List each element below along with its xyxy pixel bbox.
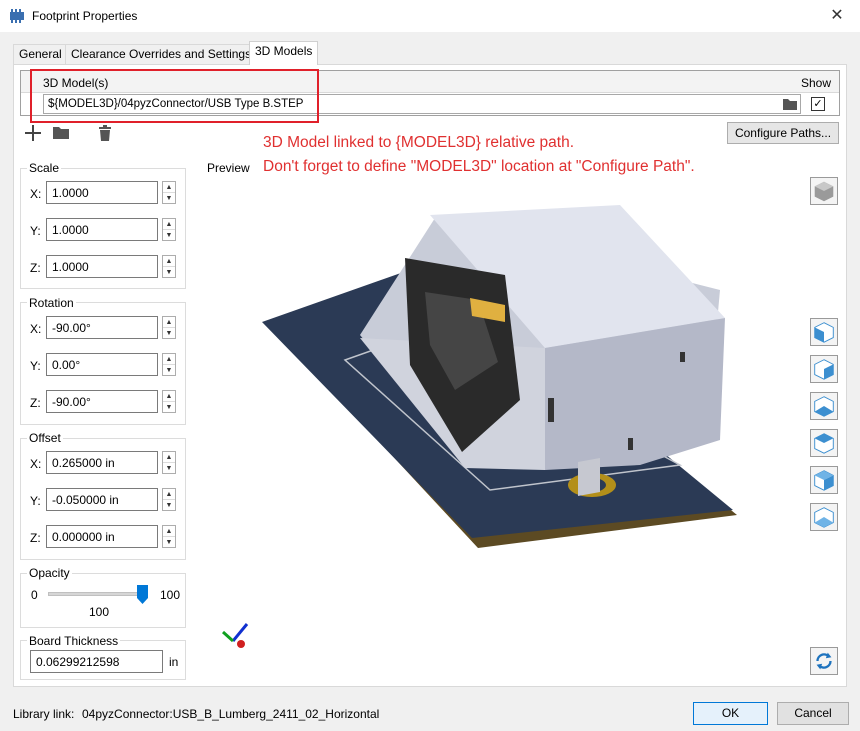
cancel-button[interactable]: Cancel — [777, 702, 849, 725]
scale-label: Scale — [27, 161, 62, 175]
spin-up-icon[interactable]: ▲ — [163, 182, 175, 193]
opacity-label: Opacity — [27, 566, 72, 580]
offset-x-spinner[interactable]: ▲ ▼ — [162, 451, 176, 474]
ok-button[interactable]: OK — [693, 702, 768, 725]
library-link: 04pyzConnector:USB_B_Lumberg_2411_02_Hor… — [82, 707, 380, 721]
scale-x-spinner[interactable]: ▲ ▼ — [162, 181, 176, 204]
spin-down-icon[interactable]: ▼ — [163, 537, 175, 548]
right-view-icon[interactable] — [810, 429, 838, 457]
spin-up-icon[interactable]: ▲ — [163, 452, 175, 463]
rotation-x-input[interactable]: -90.00° — [46, 316, 158, 339]
library-link-label: Library link: — [13, 707, 75, 721]
spin-down-icon[interactable]: ▼ — [163, 193, 175, 204]
spin-down-icon[interactable]: ▼ — [163, 267, 175, 278]
rotation-y-label: Y: — [30, 359, 41, 373]
scale-y-input[interactable]: 1.0000 — [46, 218, 158, 241]
reload-icon[interactable] — [810, 647, 838, 675]
rotation-z-input[interactable]: -90.00° — [46, 390, 158, 413]
spin-down-icon[interactable]: ▼ — [163, 463, 175, 474]
show-checkbox[interactable]: ✓ — [811, 97, 825, 111]
left-view-icon[interactable] — [810, 392, 838, 420]
window-title: Footprint Properties — [32, 9, 138, 23]
3d-preview-viewport[interactable] — [196, 155, 844, 685]
spin-up-icon[interactable]: ▲ — [163, 391, 175, 402]
folder-icon[interactable] — [782, 97, 798, 111]
offset-y-label: Y: — [30, 494, 41, 508]
rotation-z-label: Z: — [30, 396, 41, 410]
back-view-icon[interactable] — [810, 355, 838, 383]
spin-down-icon[interactable]: ▼ — [163, 365, 175, 376]
scale-y-label: Y: — [30, 224, 41, 238]
spin-up-icon[interactable]: ▲ — [163, 526, 175, 537]
scale-x-input[interactable]: 1.0000 — [46, 181, 158, 204]
spin-down-icon[interactable]: ▼ — [163, 230, 175, 241]
note-line-1: 3D Model linked to {MODEL3D} relative pa… — [263, 134, 575, 151]
scale-z-label: Z: — [30, 261, 41, 275]
board-thickness-input[interactable]: 0.06299212598 — [30, 650, 163, 673]
spin-up-icon[interactable]: ▲ — [163, 219, 175, 230]
rotation-y-spinner[interactable]: ▲ ▼ — [162, 353, 176, 376]
plus-icon[interactable] — [21, 122, 45, 144]
spin-up-icon[interactable]: ▲ — [163, 489, 175, 500]
title-bar: Footprint Properties ✕ — [0, 0, 860, 32]
opacity-min-label: 0 — [31, 588, 38, 602]
tab-general[interactable]: General — [13, 44, 68, 64]
tab-3d-models[interactable]: 3D Models — [249, 41, 319, 65]
rotation-x-spinner[interactable]: ▲ ▼ — [162, 316, 176, 339]
offset-x-label: X: — [30, 457, 42, 471]
close-icon: ✕ — [830, 7, 844, 24]
rotation-y-input[interactable]: 0.00° — [46, 353, 158, 376]
offset-y-input[interactable]: -0.050000 in — [46, 488, 158, 511]
scale-y-spinner[interactable]: ▲ ▼ — [162, 218, 176, 241]
footprint-app-icon — [10, 9, 24, 23]
configure-paths-button[interactable]: Configure Paths... — [727, 122, 839, 144]
scale-z-input[interactable]: 1.0000 — [46, 255, 158, 278]
bottom-view-icon[interactable] — [810, 503, 838, 531]
board-thickness-label: Board Thickness — [27, 634, 121, 648]
scale-x-label: X: — [30, 187, 42, 201]
axis-triad-icon — [221, 623, 249, 648]
spin-down-icon[interactable]: ▼ — [163, 402, 175, 413]
offset-z-input[interactable]: 0.000000 in — [46, 525, 158, 548]
scale-z-spinner[interactable]: ▲ ▼ — [162, 255, 176, 278]
spin-down-icon[interactable]: ▼ — [163, 500, 175, 511]
highlight-box — [30, 69, 319, 123]
opacity-value: 100 — [89, 605, 110, 619]
spin-down-icon[interactable]: ▼ — [163, 328, 175, 339]
iso-view-icon[interactable] — [810, 177, 838, 205]
offset-z-label: Z: — [30, 531, 41, 545]
folder-icon[interactable] — [49, 122, 73, 144]
opacity-slider-track[interactable] — [48, 592, 148, 596]
front-view-icon[interactable] — [810, 318, 838, 346]
checkmark-icon: ✓ — [813, 98, 823, 110]
offset-x-input[interactable]: 0.265000 in — [46, 451, 158, 474]
board-thickness-unit: in — [169, 655, 179, 669]
spin-up-icon[interactable]: ▲ — [163, 256, 175, 267]
trash-icon[interactable] — [93, 122, 117, 144]
rotation-label: Rotation — [27, 296, 76, 310]
opacity-max-label: 100 — [160, 588, 181, 602]
tab-clearance-overrides[interactable]: Clearance Overrides and Settings — [65, 44, 258, 64]
rotation-z-spinner[interactable]: ▲ ▼ — [162, 390, 176, 413]
spin-up-icon[interactable]: ▲ — [163, 317, 175, 328]
rotation-x-label: X: — [30, 322, 42, 336]
spin-up-icon[interactable]: ▲ — [163, 354, 175, 365]
offset-y-spinner[interactable]: ▲ ▼ — [162, 488, 176, 511]
close-button[interactable]: ✕ — [820, 4, 854, 28]
top-view-icon[interactable] — [810, 466, 838, 494]
offset-z-spinner[interactable]: ▲ ▼ — [162, 525, 176, 548]
opacity-slider-thumb[interactable] — [137, 585, 148, 604]
column-header-show[interactable]: Show — [801, 76, 831, 90]
offset-label: Offset — [27, 431, 63, 445]
